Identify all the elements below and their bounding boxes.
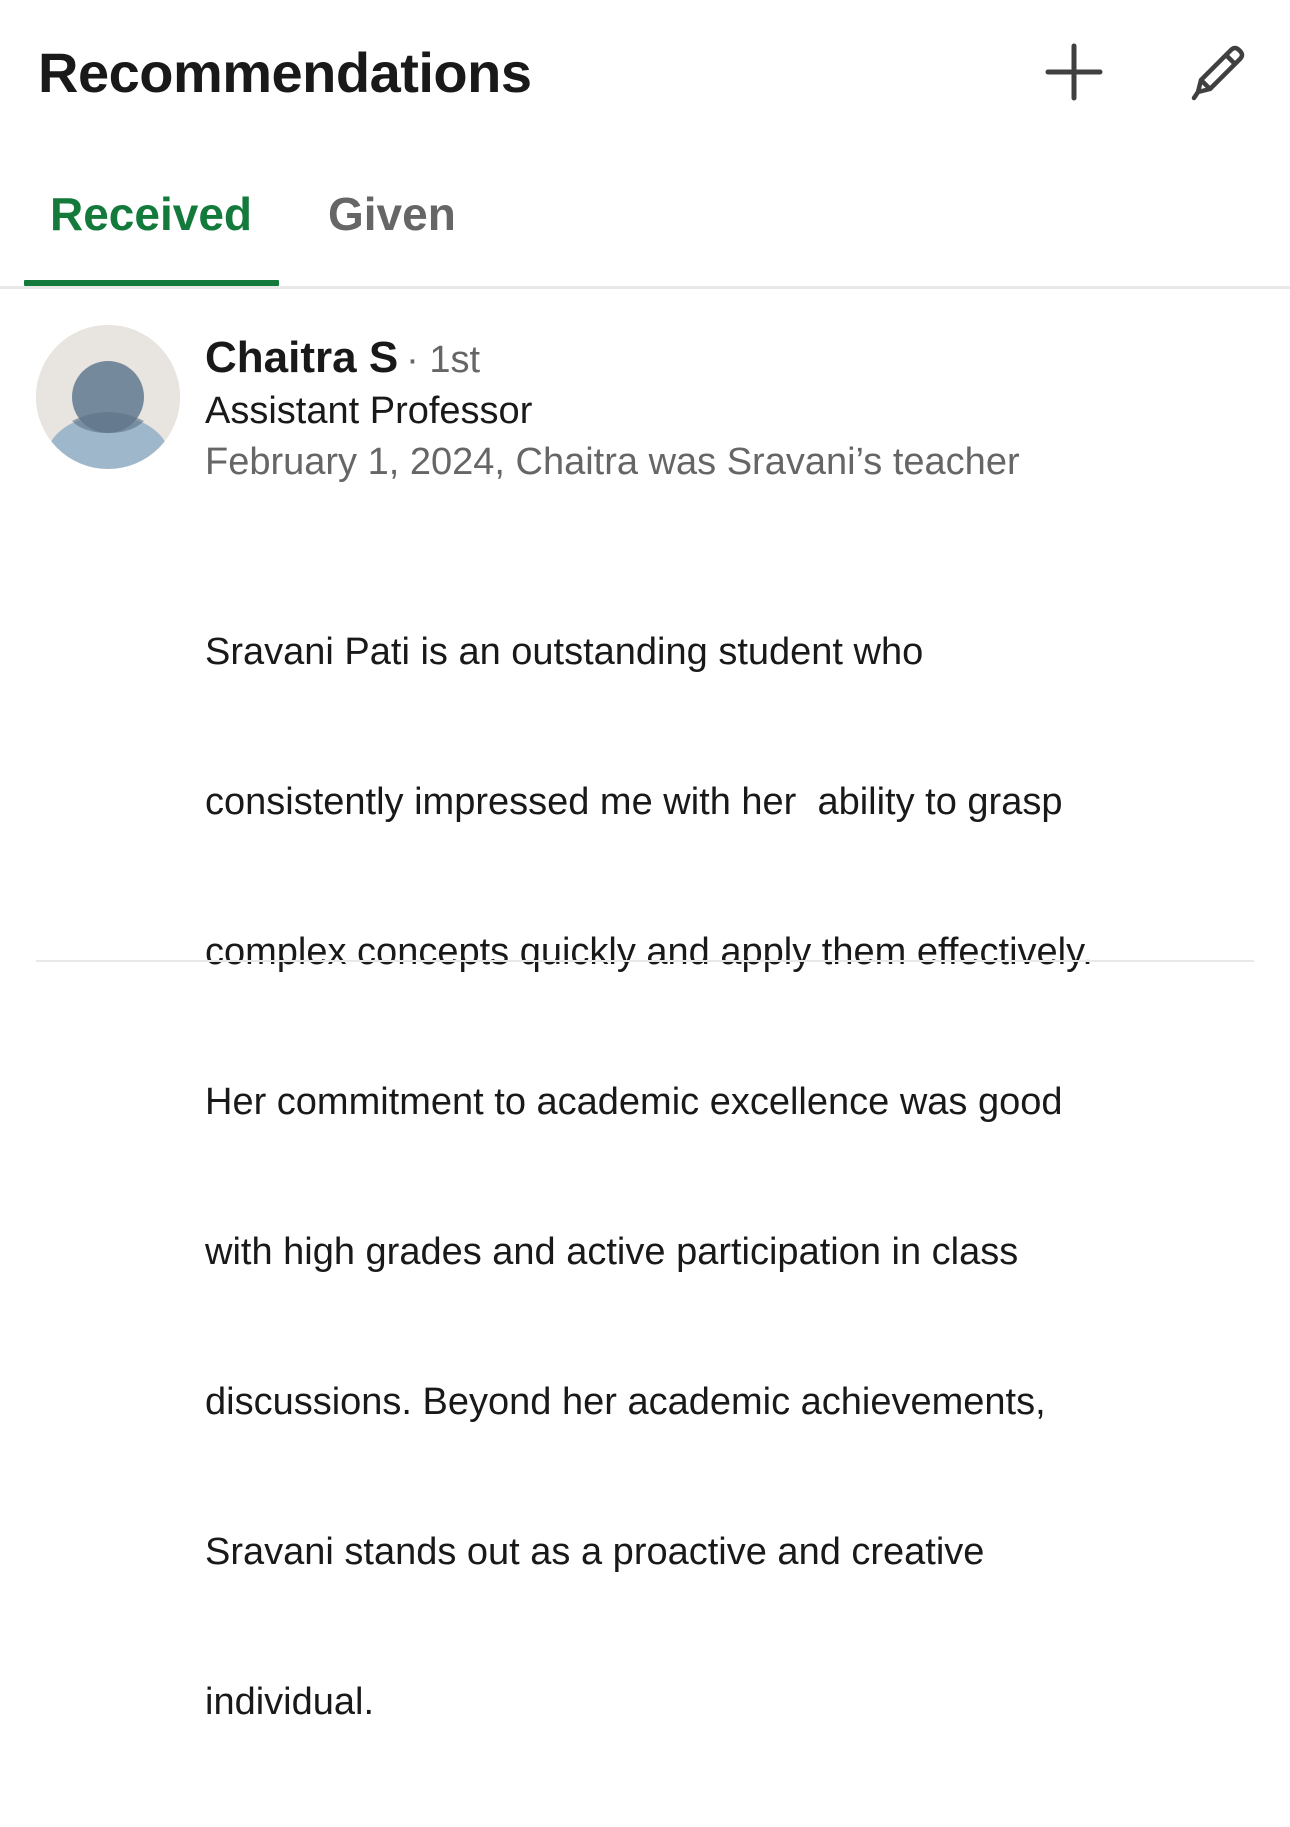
recommendation-text-line: complex concepts quickly and apply them … [205, 931, 1093, 973]
tab-received[interactable]: Received [50, 184, 252, 244]
recommendation-card: Chaitra S · 1st Assistant Professor Febru… [0, 300, 1290, 1723]
recommendation-text-line: Sravani Pati is an outstanding student w… [205, 631, 924, 673]
plus-icon [1045, 43, 1103, 101]
recommendation-text-line: consistently impressed me with her abili… [205, 781, 1063, 823]
recommendation-text-line: Her commitment to academic excellence wa… [205, 1081, 1063, 1123]
recommendation-text: Sravani Pati is an outstanding student w… [205, 527, 1275, 1827]
page-title: Recommendations [38, 41, 532, 104]
edit-recommendations-button[interactable] [1178, 32, 1258, 112]
recommendation-text-line: discussions. Beyond her academic achieve… [205, 1381, 1046, 1423]
avatar[interactable] [36, 325, 180, 469]
recommendation-text-line: Sravani stands out as a proactive and cr… [205, 1531, 985, 1573]
recommendation-text-line: with high grades and active participatio… [205, 1231, 1019, 1273]
tabs-divider [0, 286, 1290, 289]
add-recommendation-button[interactable] [1034, 32, 1114, 112]
recommendation-text-line: individual. [205, 1681, 374, 1723]
pencil-icon [1191, 45, 1245, 101]
recommender-name[interactable]: Chaitra S [205, 333, 398, 382]
default-avatar-icon [36, 325, 180, 469]
card-divider [36, 960, 1254, 962]
recommender-headline: Assistant Professor [205, 390, 533, 432]
connection-degree: · 1st [406, 339, 481, 381]
header: Recommendations [0, 0, 1290, 150]
tab-bar: Received Given [0, 160, 1290, 290]
recommendation-meta: February 1, 2024, Chaitra was Sravani’s … [205, 441, 1020, 483]
tab-given[interactable]: Given [328, 184, 456, 244]
